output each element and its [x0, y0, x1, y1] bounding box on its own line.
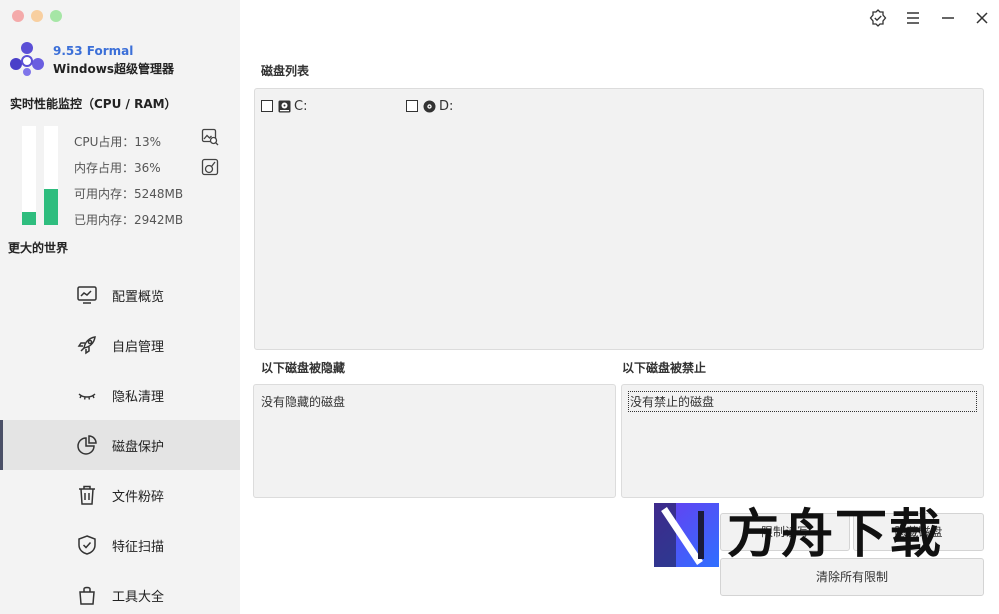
sidebar-item-label: 文件粉碎 — [112, 490, 165, 505]
tagline: 更大的世界 — [8, 241, 69, 255]
memory-usage-bar — [44, 126, 58, 225]
sidebar-item-label: 隐私清理 — [112, 390, 165, 405]
disk-item-d[interactable]: D: — [406, 98, 453, 114]
sidebar-item-startup[interactable]: 自启管理 — [0, 320, 240, 370]
app-name: Windows超级管理器 — [53, 62, 174, 76]
hard-drive-icon — [278, 100, 291, 112]
app-logo-icon — [10, 42, 44, 76]
cleaner-tool-icon[interactable] — [201, 158, 219, 176]
shield-check-icon — [78, 535, 96, 555]
sidebar-item-label: 工具大全 — [112, 590, 165, 605]
disk-item-c[interactable]: C: — [261, 98, 307, 114]
available-memory-label: 可用内存：5248MB — [74, 187, 184, 201]
sidebar-item-file-shredder[interactable]: 文件粉碎 — [0, 470, 240, 520]
sidebar-item-label: 磁盘保护 — [112, 440, 165, 455]
minimize-icon[interactable] — [939, 9, 957, 27]
cpu-usage-fill — [22, 212, 36, 225]
menu-icon[interactable] — [904, 9, 922, 27]
hidden-disks-title: 以下磁盘被隐藏 — [261, 361, 346, 375]
banned-disks-list[interactable]: 没有禁止的磁盘 — [621, 384, 984, 498]
sidebar-item-overview[interactable]: 配置概览 — [0, 270, 240, 320]
close-window-dot[interactable] — [12, 10, 24, 22]
hidden-disks-list[interactable]: 没有隐藏的磁盘 — [253, 384, 616, 498]
disk-checkbox[interactable] — [406, 100, 418, 112]
rocket-icon — [77, 336, 96, 355]
sidebar-item-toolbox[interactable]: 工具大全 — [0, 570, 240, 614]
disk-label: C: — [294, 98, 308, 114]
sidebar-item-signature-scan[interactable]: 特征扫描 — [0, 520, 240, 570]
close-icon[interactable] — [973, 9, 991, 27]
cpu-usage-bar — [22, 126, 36, 225]
optical-disc-icon — [423, 100, 436, 112]
sidebar-item-label: 自启管理 — [112, 340, 165, 355]
maximize-window-dot[interactable] — [50, 10, 62, 22]
watermark-text: 方舟下载 — [727, 505, 944, 565]
banned-empty-text: 没有禁止的磁盘 — [628, 391, 977, 412]
sidebar-item-label: 特征扫描 — [112, 540, 165, 555]
shopping-bag-icon — [79, 586, 95, 605]
used-memory-label: 已用内存：2942MB — [74, 213, 184, 227]
sidebar-item-label: 配置概览 — [112, 290, 165, 305]
disk-checkbox[interactable] — [261, 100, 273, 112]
disk-label: D: — [439, 98, 454, 114]
closed-eye-icon — [78, 393, 96, 400]
disk-list-title: 磁盘列表 — [261, 64, 310, 78]
minimize-window-dot[interactable] — [31, 10, 43, 22]
trash-icon — [79, 485, 95, 505]
banned-disks-title: 以下磁盘被禁止 — [622, 361, 707, 375]
cpu-usage-label: CPU占用：13% — [74, 135, 162, 149]
monitor-title: 实时性能监控（CPU / RAM） — [10, 97, 177, 111]
sidebar: 9.53 Formal Windows超级管理器 实时性能监控（CPU / RA… — [0, 0, 240, 614]
pie-chart-icon — [77, 435, 97, 455]
hidden-empty-text: 没有隐藏的磁盘 — [261, 395, 346, 409]
disk-list: C: D: — [254, 88, 984, 350]
image-search-icon[interactable] — [201, 128, 219, 146]
app-version: 9.53 Formal — [53, 44, 134, 58]
memory-usage-label: 内存占用：36% — [74, 161, 161, 175]
verified-badge-icon[interactable] — [869, 9, 887, 27]
monitor-chart-icon — [77, 286, 97, 304]
memory-usage-fill — [44, 189, 58, 225]
watermark-logo-icon — [654, 503, 719, 567]
sidebar-item-disk-protection[interactable]: 磁盘保护 — [0, 420, 240, 470]
sidebar-item-privacy[interactable]: 隐私清理 — [0, 370, 240, 420]
